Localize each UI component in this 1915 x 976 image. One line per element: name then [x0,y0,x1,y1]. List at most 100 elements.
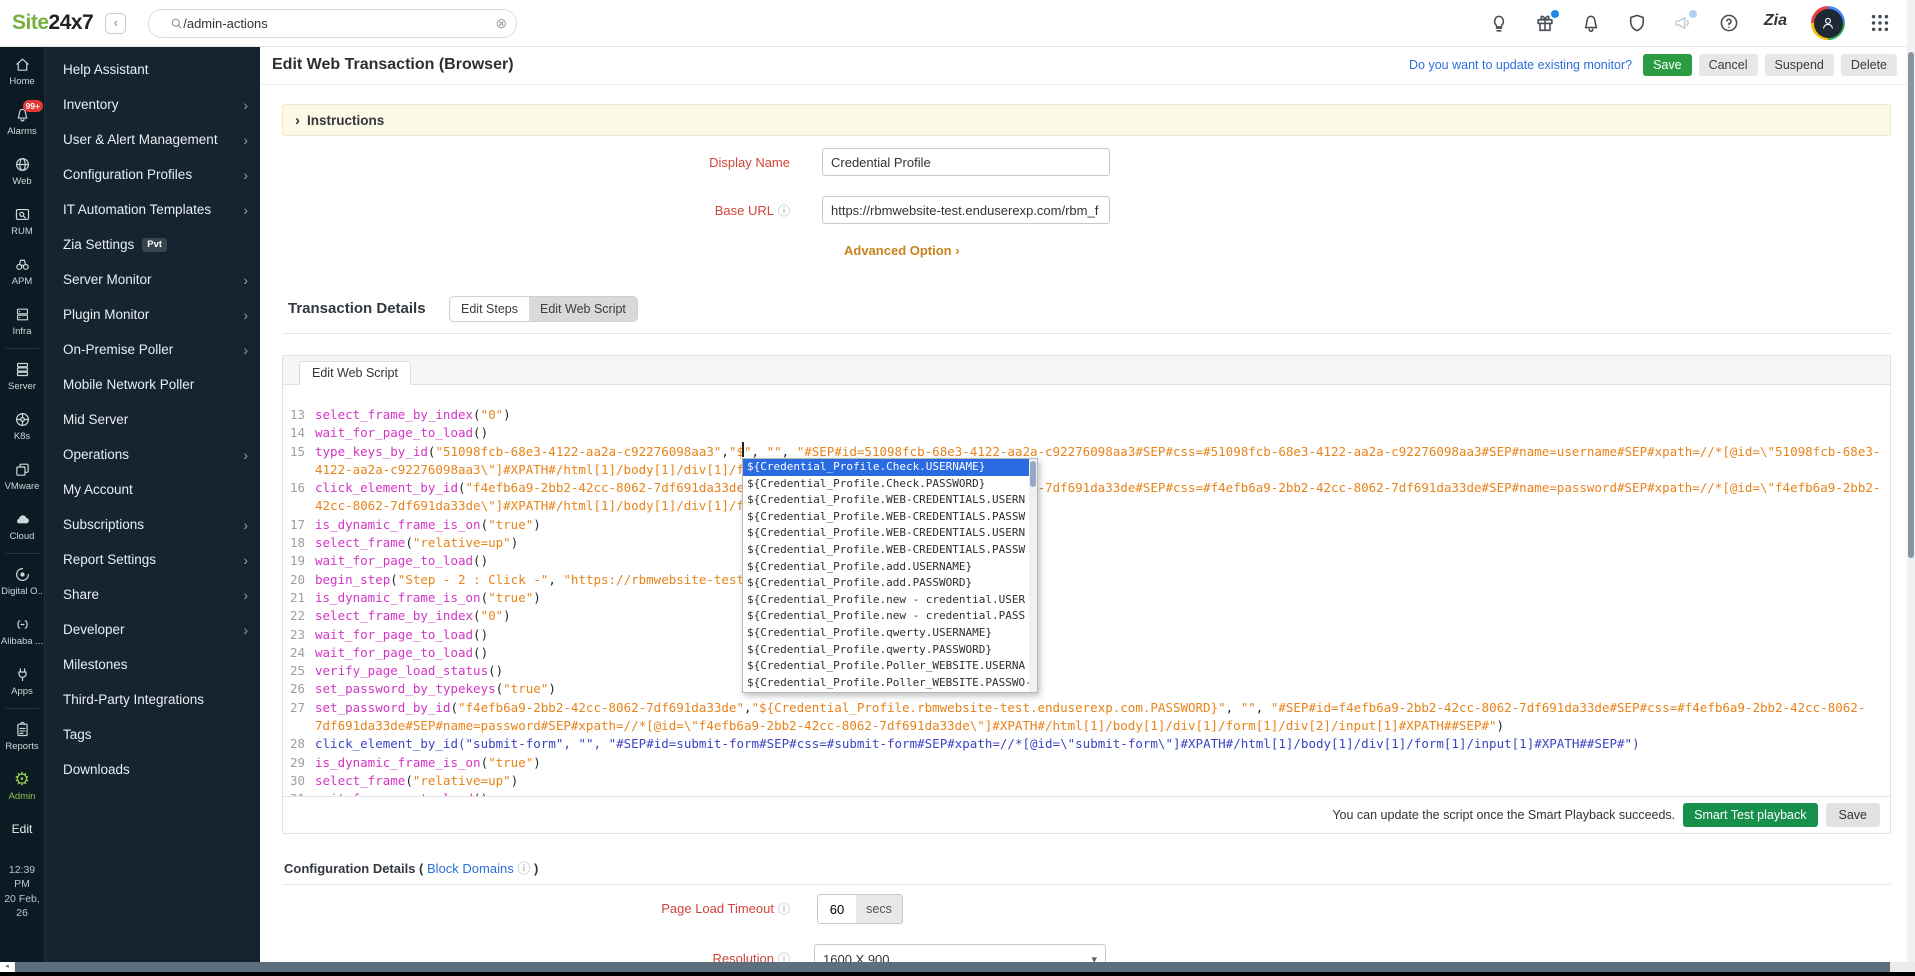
base-url-field[interactable] [822,196,1110,224]
smart-test-playback-button[interactable]: Smart Test playback [1683,803,1817,827]
sidebar-item-operations[interactable]: Operations› [45,437,260,472]
autocomplete-item[interactable]: ${Credential_Profile.add.PASSWORD} [743,575,1037,592]
vertical-scrollbar-thumb[interactable] [1908,52,1914,558]
rail-item-vmware[interactable]: VMware [0,451,44,501]
sidebar-item-configuration-profiles[interactable]: Configuration Profiles› [45,157,260,192]
rail-item-server[interactable]: Server [0,351,44,401]
rail-item-apm[interactable]: APM [0,246,44,296]
info-icon[interactable]: ⓘ [778,952,790,962]
rail-item-reports[interactable]: Reports [0,711,44,761]
code-line[interactable]: 18select_frame("relative=up") [283,534,1890,552]
info-icon[interactable]: ⓘ [778,204,790,218]
rail-item-alibaba[interactable]: Alibaba ... [0,606,44,656]
code-line[interactable]: 29is_dynamic_frame_is_on("true") [283,754,1890,772]
sidebar-item-inventory[interactable]: Inventory› [45,87,260,122]
rail-item-digital-o[interactable]: Digital O.. [0,556,44,606]
sidebar-item-on-premise-poller[interactable]: On-Premise Poller› [45,332,260,367]
advanced-option-link[interactable]: Advanced Option › [844,243,960,258]
code-line[interactable]: 23wait_for_page_to_load() [283,626,1890,644]
autocomplete-item[interactable]: ${Credential_Profile.new - credential.US… [743,592,1037,609]
code-line[interactable]: 27set_password_by_id("f4efb6a9-2bb2-42cc… [283,699,1890,717]
update-existing-monitor-link[interactable]: Do you want to update existing monitor? [1409,58,1632,72]
editor-tab-edit-web-script[interactable]: Edit Web Script [299,361,411,385]
code-line[interactable]: 30select_frame("relative=up") [283,772,1890,790]
block-domains-link[interactable]: Block Domains [427,861,514,876]
sidebar-item-downloads[interactable]: Downloads [45,752,260,787]
autocomplete-item[interactable]: ${Credential_Profile.Check.USERNAME} [743,459,1037,476]
delete-button[interactable]: Delete [1841,54,1897,76]
sidebar-item-plugin-monitor[interactable]: Plugin Monitor› [45,297,260,332]
code-line[interactable]: 17is_dynamic_frame_is_on("true") [283,516,1890,534]
sidebar-item-subscriptions[interactable]: Subscriptions› [45,507,260,542]
code-line[interactable]: 42cc-8062-7df691da33de\"]#XPATH#/html[1]… [283,497,1890,515]
tab-edit-web-script[interactable]: Edit Web Script [529,297,637,321]
rail-item-home[interactable]: Home [0,46,44,96]
sidebar-item-third-party-integrations[interactable]: Third-Party Integrations [45,682,260,717]
rail-item-web[interactable]: Web [0,146,44,196]
autocomplete-item[interactable]: ${Credential_Profile.new - credential.PA… [743,608,1037,625]
code-line[interactable]: 7df691da33de#SEP#name=password#SEP#xpath… [283,717,1890,735]
sidebar-item-tags[interactable]: Tags [45,717,260,752]
autocomplete-item[interactable]: ${Credential_Profile.WEB-CREDENTIALS.PAS… [743,542,1037,559]
horizontal-scrollbar-thumb[interactable] [15,962,1890,972]
code-line[interactable]: 26set_password_by_typekeys("true") [283,680,1890,698]
help-icon[interactable] [1718,12,1740,34]
rail-item-admin[interactable]: ⚙Admin [0,761,44,811]
code-line[interactable]: 13select_frame_by_index("0") [283,406,1890,424]
sidebar-item-developer[interactable]: Developer› [45,612,260,647]
scroll-left-arrow-icon[interactable]: ◂ [0,962,14,972]
horizontal-scrollbar[interactable]: ◂ [0,962,1915,972]
autocomplete-item[interactable]: ${Credential_Profile.Check.PASSWORD} [743,476,1037,493]
code-line[interactable]: 19wait_for_page_to_load() [283,552,1890,570]
bell-icon[interactable] [1580,12,1602,34]
rail-item-cloud[interactable]: Cloud [0,501,44,551]
autocomplete-item[interactable]: ${Credential_Profile.WEB-CREDENTIALS.USE… [743,525,1037,542]
sidebar-item-it-automation-templates[interactable]: IT Automation Templates› [45,192,260,227]
page-load-timeout-field[interactable] [817,894,857,924]
info-icon[interactable]: ⓘ [517,861,530,876]
shield-icon[interactable] [1626,12,1648,34]
rail-item-alarms[interactable]: 99+Alarms [0,96,44,146]
autocomplete-item[interactable]: ${Credential_Profile.add.USERNAME} [743,559,1037,576]
sidebar-item-user-alert-management[interactable]: User & Alert Management› [45,122,260,157]
code-line[interactable]: 15type_keys_by_id("51098fcb-68e3-4122-aa… [283,443,1890,461]
autocomplete-item[interactable]: ${Credential_Profile.WEB-CREDENTIALS.PAS… [743,509,1037,526]
sidebar-item-edit[interactable]: Edit [0,811,44,847]
clear-search-icon[interactable]: ⊗ [496,15,508,32]
autocomplete-item[interactable]: ${Credential_Profile.Poller_WEBSITE.PASS… [743,675,1037,692]
autocomplete-item[interactable]: ${Credential_Profile.Poller_WEBSITE.USER… [743,658,1037,675]
cancel-button[interactable]: Cancel [1699,54,1758,76]
sidebar-item-mobile-network-poller[interactable]: Mobile Network Poller [45,367,260,402]
user-avatar[interactable] [1811,6,1845,40]
sidebar-item-report-settings[interactable]: Report Settings› [45,542,260,577]
rail-item-apps[interactable]: Apps [0,656,44,706]
code-line[interactable]: 14wait_for_page_to_load() [283,424,1890,442]
autocomplete-item[interactable]: ${Credential_Profile.qwerty.USERNAME} [743,625,1037,642]
dropdown-scrollbar-thumb[interactable] [1030,461,1036,487]
code-line[interactable]: 20begin_step("Step - 2 : Click -", "http… [283,571,1890,589]
tab-edit-steps[interactable]: Edit Steps [450,297,529,321]
sidebar-item-server-monitor[interactable]: Server Monitor› [45,262,260,297]
sidebar-item-milestones[interactable]: Milestones [45,647,260,682]
editor-save-button[interactable]: Save [1826,803,1881,827]
save-button[interactable]: Save [1643,54,1692,76]
display-name-field[interactable] [822,148,1110,176]
sidebar-item-mid-server[interactable]: Mid Server [45,402,260,437]
code-line[interactable]: 21is_dynamic_frame_is_on("true") [283,589,1890,607]
autocomplete-item[interactable]: ${Credential_Profile.qwerty.PASSWORD} [743,642,1037,659]
collapse-sidebar-icon[interactable]: ‹ [105,13,126,34]
lightbulb-icon[interactable] [1488,12,1510,34]
sidebar-item-my-account[interactable]: My Account [45,472,260,507]
code-line[interactable]: 28click_element_by_id("submit-form", "",… [283,735,1890,753]
rail-item-rum[interactable]: RUM [0,196,44,246]
dropdown-scrollbar[interactable] [1029,459,1037,692]
info-icon[interactable]: ⓘ [778,902,790,916]
sidebar-item-help-assistant[interactable]: Help Assistant [45,52,260,87]
code-line[interactable]: 4122-aa2a-c92276098aa3\"]#XPATH#/html[1]… [283,461,1890,479]
resolution-select[interactable]: 1600 X 900 ▾ [814,944,1106,962]
instructions-accordion[interactable]: › Instructions [282,104,1891,136]
megaphone-icon[interactable] [1672,12,1694,34]
code-line[interactable]: 25verify_page_load_status() [283,662,1890,680]
apps-grid-icon[interactable] [1869,12,1891,34]
code-line[interactable]: 31wait_for_page_to_load() [283,790,1890,796]
